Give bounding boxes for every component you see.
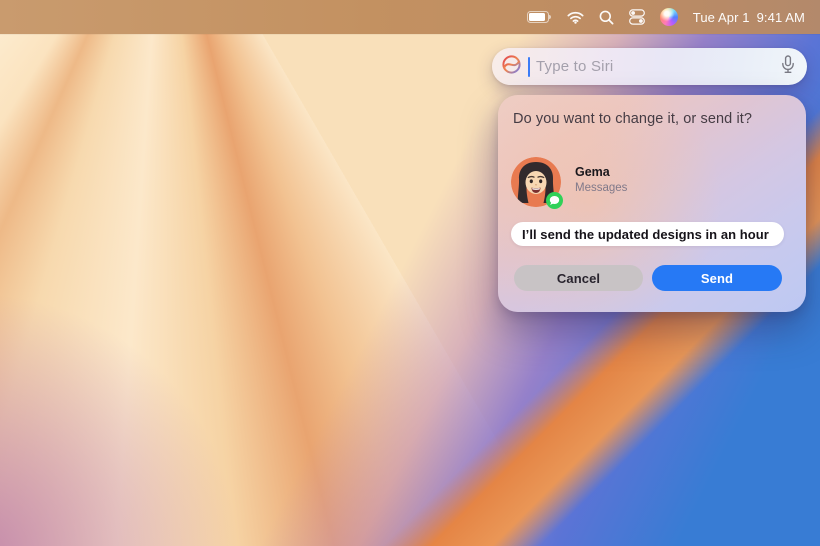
menu-bar-time: 9:41 AM — [757, 10, 805, 25]
apple-intelligence-siri-icon — [501, 54, 522, 80]
menu-bar-clock[interactable]: Tue Apr 1 9:41 AM — [693, 10, 805, 25]
siri-response-panel: Do you want to change it, or send it? — [498, 95, 806, 312]
microphone-icon[interactable] — [781, 55, 795, 79]
messages-app-badge — [546, 192, 563, 209]
control-center-icon[interactable] — [629, 9, 645, 25]
menu-bar-date: Tue Apr 1 — [693, 10, 750, 25]
battery-charge-level — [529, 13, 545, 21]
send-button[interactable]: Send — [652, 265, 782, 291]
contact-info: Gema Messages — [575, 165, 627, 194]
message-draft-field[interactable]: I’ll send the updated designs in an hour — [511, 222, 784, 246]
message-draft-text: I’ll send the updated designs in an hour — [522, 227, 769, 242]
battery-icon[interactable] — [527, 11, 552, 23]
siri-menu-icon[interactable] — [660, 8, 678, 26]
menu-bar: Tue Apr 1 9:41 AM — [0, 0, 820, 34]
siri-input-placeholder: Type to Siri — [536, 58, 775, 75]
type-to-siri-input[interactable]: Type to Siri — [492, 48, 807, 85]
wifi-icon[interactable] — [567, 11, 584, 24]
siri-question-text: Do you want to change it, or send it? — [513, 111, 791, 128]
battery-nub — [549, 15, 551, 19]
text-cursor — [528, 57, 530, 77]
cancel-button[interactable]: Cancel — [514, 265, 643, 291]
spotlight-search-icon[interactable] — [599, 10, 614, 25]
contact-avatar — [511, 157, 561, 207]
contact-name: Gema — [575, 165, 627, 179]
contact-app-label: Messages — [575, 182, 627, 194]
